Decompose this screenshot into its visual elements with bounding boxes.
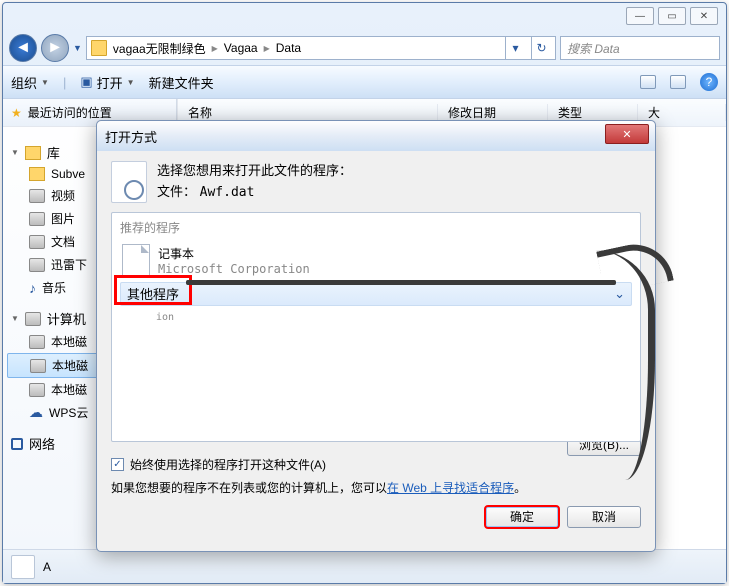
file-icon: [11, 555, 35, 579]
open-icon: ▣: [80, 74, 92, 90]
web-search-link[interactable]: 在 Web 上寻找适合程序: [387, 481, 514, 495]
hint-post: 。: [514, 481, 526, 495]
col-date[interactable]: 修改日期: [438, 104, 548, 121]
folder-icon: [29, 167, 45, 181]
cancel-button[interactable]: 取消: [567, 506, 641, 528]
computer-icon: [25, 312, 41, 326]
file-label: 文件：: [157, 184, 196, 199]
recommended-header: 推荐的程序: [120, 219, 632, 236]
address-dropdown-icon[interactable]: ▾: [505, 37, 525, 59]
col-name[interactable]: 名称: [178, 104, 438, 121]
ok-button[interactable]: 确定: [485, 506, 559, 528]
back-button[interactable]: ◄: [9, 34, 37, 62]
forward-button[interactable]: ►: [41, 34, 69, 62]
folder-icon: [91, 40, 107, 56]
minimize-button[interactable]: —: [626, 7, 654, 25]
drive-icon: [29, 335, 45, 349]
organize-menu[interactable]: 组织 ▼: [11, 73, 49, 92]
picture-icon: [29, 212, 45, 226]
dialog-title[interactable]: 打开方式: [97, 121, 655, 151]
dialog-heading: 选择您想用来打开此文件的程序：: [157, 161, 352, 182]
toolbar: 组织 ▼ | ▣ 打开 ▼ 新建文件夹 ?: [3, 65, 726, 99]
refresh-icon[interactable]: ↻: [531, 37, 551, 59]
dialog-close-button[interactable]: ✕: [605, 124, 649, 144]
maximize-button[interactable]: ▭: [658, 7, 686, 25]
music-icon: ♪: [29, 280, 36, 296]
star-icon: ★: [11, 106, 22, 120]
chevron-right-icon: ▶: [264, 44, 270, 53]
col-size[interactable]: 大: [638, 104, 726, 121]
always-checkbox[interactable]: ✓: [111, 458, 124, 471]
drive-icon: [29, 383, 45, 397]
status-bar: A: [3, 549, 726, 583]
search-input[interactable]: 搜索 Data: [560, 36, 720, 60]
library-icon: [25, 146, 41, 160]
chevron-down-icon: ⌄: [614, 286, 625, 302]
notepad-icon: [122, 244, 150, 278]
close-button[interactable]: ✕: [690, 7, 718, 25]
hint-pre: 如果您想要的程序不在列表或您的计算机上，您可以: [111, 481, 387, 495]
annotation-highlight: [114, 275, 192, 305]
file-type-icon: [111, 161, 147, 203]
sub-text: ion: [156, 312, 632, 323]
new-folder-button[interactable]: 新建文件夹: [149, 73, 214, 92]
always-label: 始终使用选择的程序打开这种文件(A): [130, 456, 326, 473]
cloud-icon: ☁: [29, 404, 43, 421]
address-bar[interactable]: vagaa无限制绿色 ▶ Vagaa ▶ Data ▾ ↻: [86, 36, 556, 60]
chevron-right-icon: ▶: [212, 44, 218, 53]
program-list: 推荐的程序 记事本 Microsoft Corporation 其他程序 ⌄ i…: [111, 212, 641, 442]
open-button[interactable]: ▣ 打开 ▼: [80, 73, 134, 92]
drive-icon: [30, 359, 46, 373]
help-icon[interactable]: ?: [700, 73, 718, 91]
document-icon: [29, 235, 45, 249]
other-programs-expander[interactable]: 其他程序 ⌄: [120, 282, 632, 306]
program-item-notepad[interactable]: 记事本 Microsoft Corporation: [120, 240, 632, 282]
crumb-0[interactable]: vagaa无限制绿色: [113, 40, 206, 57]
history-dropdown-icon[interactable]: ▼: [73, 43, 82, 53]
open-with-dialog: 打开方式 ✕ 选择您想用来打开此文件的程序： 文件： Awf.dat 推荐的程序…: [96, 120, 656, 552]
col-type[interactable]: 类型: [548, 104, 638, 121]
explorer-titlebar: — ▭ ✕: [3, 3, 726, 31]
view-icon[interactable]: [640, 75, 656, 89]
program-name: 记事本: [158, 245, 310, 262]
video-icon: [29, 189, 45, 203]
status-text: A: [43, 560, 51, 574]
preview-pane-icon[interactable]: [670, 75, 686, 89]
crumb-1[interactable]: Vagaa: [224, 41, 258, 55]
nav-row: ◄ ► ▼ vagaa无限制绿色 ▶ Vagaa ▶ Data ▾ ↻ 搜索 D…: [3, 31, 726, 65]
network-icon: [11, 438, 23, 450]
thunder-icon: [29, 258, 45, 272]
file-name: Awf.dat: [200, 185, 255, 200]
crumb-2[interactable]: Data: [276, 41, 301, 55]
